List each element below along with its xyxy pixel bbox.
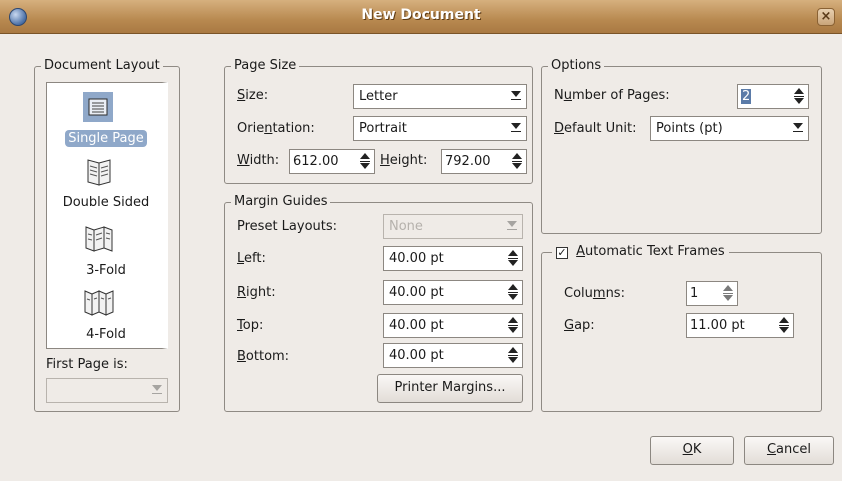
top-margin-spinner[interactable]: 40.00 pt xyxy=(383,313,523,338)
orientation-select[interactable]: Portrait xyxy=(353,116,527,141)
layout-label-four-fold: 4-Fold xyxy=(86,327,126,342)
first-page-select[interactable] xyxy=(46,378,168,403)
width-spinner[interactable]: 612.00 xyxy=(289,149,375,174)
layout-label-three-fold: 3-Fold xyxy=(86,263,126,278)
right-margin-label: Right: xyxy=(237,285,276,300)
first-page-label: First Page is: xyxy=(46,357,128,372)
text-frames-checkbox[interactable]: ✓ xyxy=(556,247,568,259)
margin-guides-legend: Margin Guides xyxy=(231,194,331,210)
layout-list[interactable]: Single Page Double Sided 3-Fold 4-Fold xyxy=(46,82,168,349)
double-sided-icon xyxy=(87,159,111,186)
size-select[interactable]: Letter xyxy=(353,84,527,109)
size-label: Size: xyxy=(237,88,269,103)
close-button[interactable]: × xyxy=(817,8,835,26)
three-fold-icon xyxy=(85,226,113,252)
number-of-pages-spinner[interactable]: 2 xyxy=(737,84,809,109)
number-of-pages-label: Number of Pages: xyxy=(554,88,670,103)
cancel-button[interactable]: Cancel xyxy=(744,436,834,465)
columns-label: Columns: xyxy=(564,286,625,301)
right-margin-spinner[interactable]: 40.00 pt xyxy=(383,280,523,305)
title-bar[interactable]: New Document × xyxy=(0,0,842,34)
left-margin-label: Left: xyxy=(237,251,266,266)
text-frames-header[interactable]: ✓ Automatic Text Frames xyxy=(552,243,729,261)
document-layout-legend: Document Layout xyxy=(41,58,163,74)
top-margin-label: Top: xyxy=(237,318,264,333)
window-title: New Document xyxy=(361,7,481,23)
preset-layouts-select[interactable]: None xyxy=(383,214,523,239)
columns-spinner[interactable]: 1 xyxy=(686,281,738,306)
width-label: Width: xyxy=(237,153,280,168)
bottom-margin-label: Bottom: xyxy=(237,349,290,364)
text-frames-legend: Automatic Text Frames xyxy=(576,244,725,259)
layout-label-single-page: Single Page xyxy=(65,130,147,147)
height-label: Height: xyxy=(380,153,428,168)
four-fold-icon xyxy=(84,290,114,316)
bottom-margin-spinner[interactable]: 40.00 pt xyxy=(383,343,523,368)
left-margin-spinner[interactable]: 40.00 pt xyxy=(383,246,523,271)
default-unit-select[interactable]: Points (pt) xyxy=(650,116,809,141)
printer-margins-button[interactable]: Printer Margins... xyxy=(377,374,523,403)
orientation-label: Orientation: xyxy=(237,121,315,136)
layout-label-double-sided: Double Sided xyxy=(62,195,150,210)
layout-item-four-fold[interactable]: 4-Fold xyxy=(47,287,165,347)
page-size-legend: Page Size xyxy=(231,58,300,74)
single-page-icon xyxy=(83,92,113,122)
layout-item-double-sided[interactable]: Double Sided xyxy=(47,157,165,215)
height-spinner[interactable]: 792.00 xyxy=(441,149,527,174)
default-unit-label: Default Unit: xyxy=(554,121,637,136)
gap-spinner[interactable]: 11.00 pt xyxy=(686,313,794,338)
gap-label: Gap: xyxy=(564,318,595,333)
layout-item-three-fold[interactable]: 3-Fold xyxy=(47,223,165,283)
layout-item-single-page[interactable]: Single Page xyxy=(47,89,165,151)
options-legend: Options xyxy=(548,58,605,74)
preset-layouts-label: Preset Layouts: xyxy=(237,219,338,234)
ok-button[interactable]: OK xyxy=(650,436,734,465)
